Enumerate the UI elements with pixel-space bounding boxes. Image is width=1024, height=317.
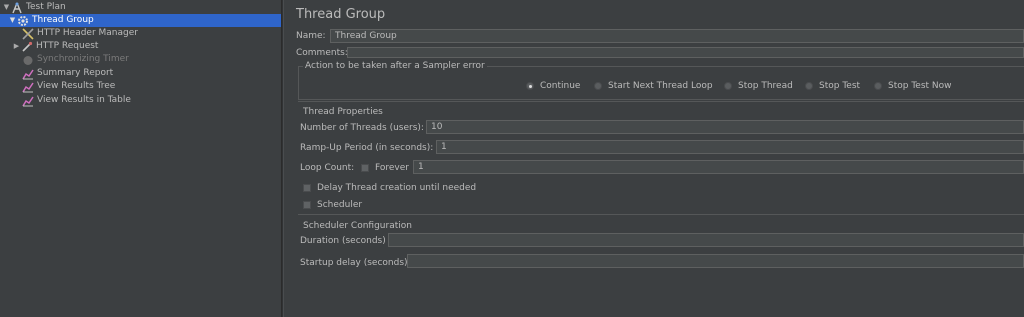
radio-unselected-icon <box>805 82 813 90</box>
radio-stop-test-now[interactable]: Stop Test Now <box>874 81 952 91</box>
tree-item-view-results-in-table[interactable]: View Results in Table <box>22 94 131 107</box>
chart-icon <box>22 81 34 93</box>
pipette-icon <box>21 41 33 53</box>
radio-unselected-icon <box>724 82 732 90</box>
radio-label: Stop Test Now <box>888 81 952 91</box>
radio-start-next-thread-loop[interactable]: Start Next Thread Loop <box>594 81 713 91</box>
thread-group-panel: Thread Group Name: Thread Group Comments… <box>284 0 1024 317</box>
collapse-arrow-icon[interactable]: ▼ <box>8 14 17 27</box>
loop-count-input[interactable]: 1 <box>413 160 1024 174</box>
tree-item-label: View Results in Table <box>37 95 131 105</box>
scheduler-config-legend: Scheduler Configuration <box>303 221 412 231</box>
comments-input[interactable] <box>347 47 1024 58</box>
startup-delay-label: Startup delay (seconds) <box>300 258 408 268</box>
thread-properties-legend: Thread Properties <box>303 107 383 117</box>
tree-item-view-results-tree[interactable]: View Results Tree <box>22 80 115 93</box>
delay-thread-checkbox[interactable]: Delay Thread creation until needed <box>303 183 476 193</box>
radio-continue[interactable]: Continue <box>526 81 580 91</box>
tree-item-test-plan[interactable]: ▼ Test Plan <box>2 1 66 14</box>
tree-item-label: Test Plan <box>26 2 66 12</box>
test-plan-tree: ▼ Test Plan ▼ Thread Group HTTP Header M… <box>0 0 281 317</box>
page-title: Thread Group <box>296 7 386 22</box>
radio-label: Continue <box>540 81 581 91</box>
expand-arrow-icon[interactable]: ▶ <box>12 40 21 53</box>
chart-icon <box>22 68 34 80</box>
tree-item-label: Thread Group <box>32 15 94 25</box>
radio-selected-icon <box>526 82 534 90</box>
forever-checkbox[interactable]: Forever <box>361 163 409 173</box>
name-label: Name: <box>296 31 326 41</box>
tree-item-summary-report[interactable]: Summary Report <box>22 67 113 80</box>
comments-label: Comments: <box>296 48 348 58</box>
radio-label: Stop Test <box>819 81 861 91</box>
radio-unselected-icon <box>594 82 602 90</box>
gear-icon <box>17 15 29 27</box>
forever-label: Forever <box>375 163 409 173</box>
threads-input[interactable]: 10 <box>426 120 1024 134</box>
tree-item-thread-group[interactable]: ▼ Thread Group <box>0 14 281 27</box>
checkbox-icon <box>303 184 311 192</box>
radio-unselected-icon <box>874 82 882 90</box>
rampup-input[interactable]: 1 <box>436 140 1024 154</box>
collapse-arrow-icon[interactable]: ▼ <box>2 1 11 14</box>
radio-label: Stop Thread <box>738 81 793 91</box>
tree-item-label: View Results Tree <box>37 81 116 91</box>
delay-thread-label: Delay Thread creation until needed <box>317 183 477 193</box>
chart-icon <box>22 95 34 107</box>
loop-count-label: Loop Count: <box>300 163 355 173</box>
tree-item-label: HTTP Header Manager <box>37 28 138 38</box>
name-input[interactable]: Thread Group <box>330 29 1024 43</box>
startup-delay-input[interactable] <box>407 254 1024 268</box>
tree-item-label: Synchronizing Timer <box>37 54 129 64</box>
section-divider <box>298 214 1024 215</box>
tree-item-http-header-manager[interactable]: HTTP Header Manager <box>22 27 138 40</box>
checkbox-icon <box>361 164 369 172</box>
rampup-label: Ramp-Up Period (in seconds): <box>300 143 434 153</box>
tree-item-http-request[interactable]: ▶ HTTP Request <box>12 40 98 53</box>
section-divider <box>298 101 1024 102</box>
checkbox-icon <box>303 201 311 209</box>
test-plan-icon <box>11 2 23 14</box>
duration-input[interactable] <box>388 233 1024 247</box>
radio-label: Start Next Thread Loop <box>608 81 713 91</box>
stopwatch-icon <box>22 54 34 66</box>
scheduler-label: Scheduler <box>317 200 363 210</box>
wrench-icon <box>22 27 34 40</box>
threads-label: Number of Threads (users): <box>300 123 424 133</box>
tree-item-label: HTTP Request <box>36 41 99 51</box>
scheduler-checkbox[interactable]: Scheduler <box>303 200 362 210</box>
radio-stop-thread[interactable]: Stop Thread <box>724 81 793 91</box>
radio-stop-test[interactable]: Stop Test <box>805 81 860 91</box>
tree-item-synchronizing-timer[interactable]: Synchronizing Timer <box>22 53 129 66</box>
duration-label: Duration (seconds) <box>300 236 386 246</box>
sampler-error-legend: Action to be taken after a Sampler error <box>303 61 487 71</box>
tree-item-label: Summary Report <box>37 68 114 78</box>
